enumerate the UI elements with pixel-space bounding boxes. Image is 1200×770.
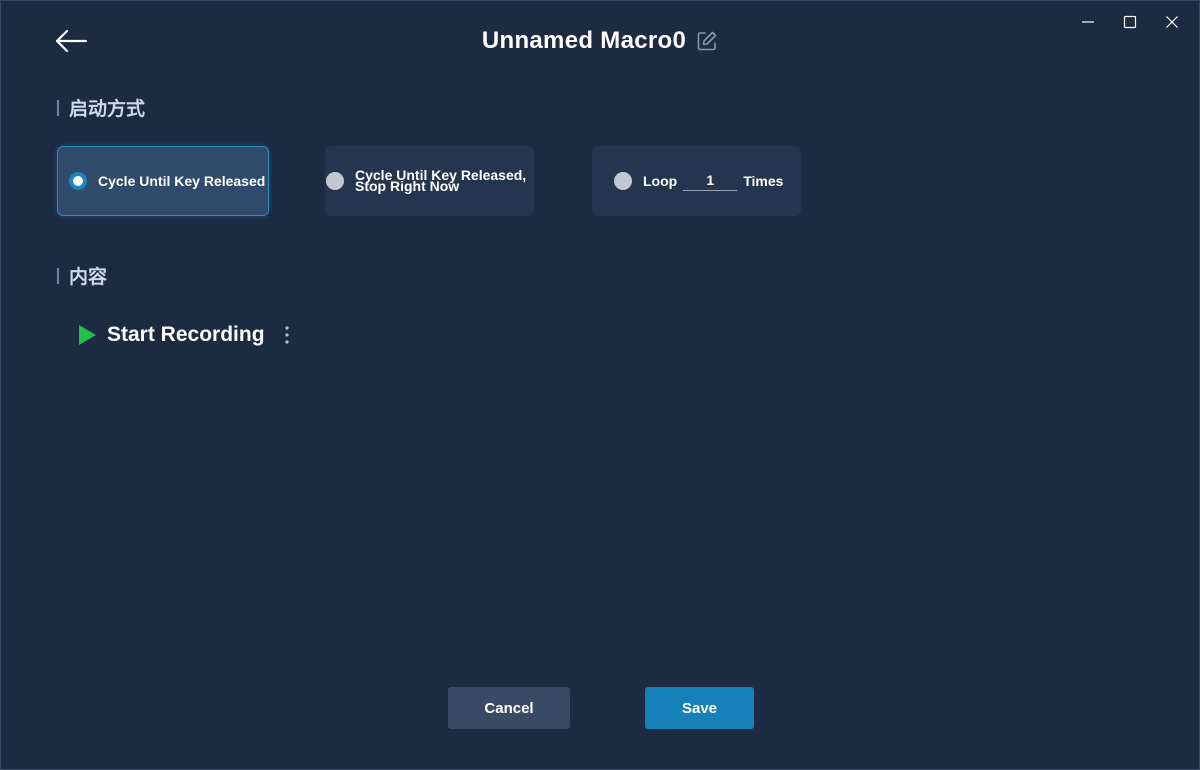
option-loop-times[interactable]: Loop Times [592,146,801,216]
content-heading-text: 内容 [69,267,108,288]
radio-unchecked[interactable] [326,172,344,190]
loop-count-input[interactable] [683,171,738,191]
trigger-mode-heading: 启动方式 [57,94,145,121]
heading-accent-bar [57,99,59,116]
radio-checked[interactable] [69,172,87,190]
macro-editor-window: Unnamed Macro0 启动方式 Cycle Until Key Rele… [0,0,1200,770]
start-recording-label: Start Recording [107,323,265,346]
more-options-button[interactable] [281,323,293,347]
option-cycle-until-released[interactable]: Cycle Until Key Released [57,146,269,216]
loop-prefix-label: Loop [643,173,678,189]
content-heading: 内容 [57,262,107,289]
heading-accent-bar [57,267,59,284]
save-button[interactable]: Save [645,687,754,729]
option-label: Cycle Until Key Released, Stop Right Now [355,168,526,193]
option-cycle-stop-now[interactable]: Cycle Until Key Released, Stop Right Now [325,146,534,216]
cancel-button[interactable]: Cancel [448,687,570,729]
loop-suffix-label: Times [743,173,784,189]
play-icon [79,325,96,345]
title-bar: Unnamed Macro0 [1,27,1199,55]
option-label: Cycle Until Key Released [98,173,266,189]
more-vertical-icon [284,326,289,344]
edit-title-button[interactable] [696,30,718,52]
pencil-edit-icon [697,31,717,51]
macro-title: Unnamed Macro0 [481,27,687,54]
radio-unchecked[interactable] [614,172,632,190]
trigger-mode-heading-text: 启动方式 [69,99,146,120]
start-recording-button[interactable]: Start Recording [77,323,293,347]
